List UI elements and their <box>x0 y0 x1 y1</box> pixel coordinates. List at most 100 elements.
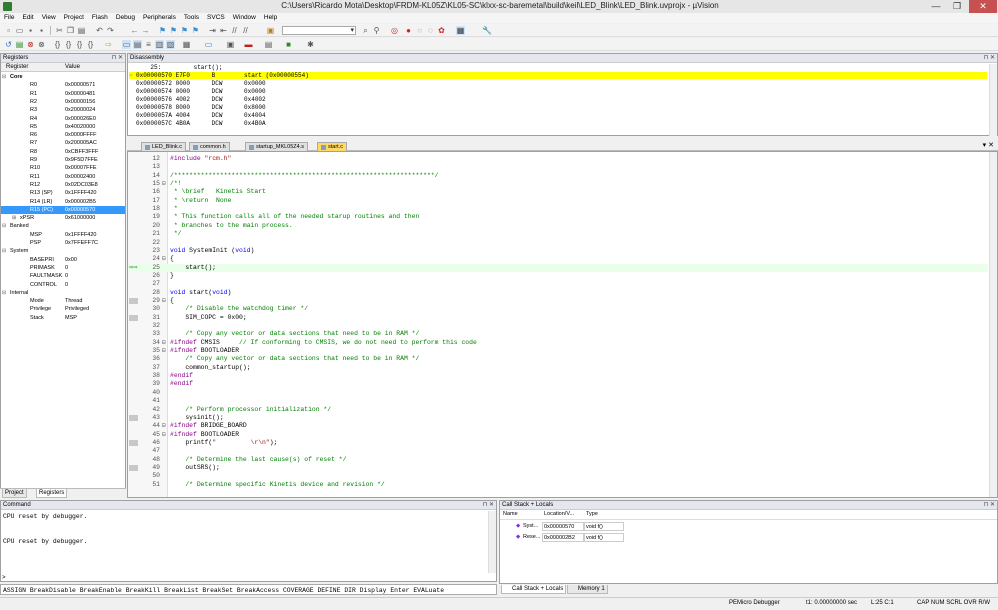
serial-windows-icon[interactable]: ▣ <box>226 40 235 49</box>
menu-debug[interactable]: Debug <box>112 13 139 23</box>
code-line[interactable]: 48 /* Determine the last cause(s) of res… <box>128 456 988 464</box>
command-input[interactable]: > <box>0 574 497 582</box>
code-line[interactable]: 15 ⊟/*! <box>128 180 988 188</box>
disassembly-scrollbar[interactable] <box>989 64 997 136</box>
collapse-icon[interactable]: ⊟ <box>2 247 6 255</box>
cut-icon[interactable]: ✂ <box>55 26 64 35</box>
code-line[interactable]: 28 void start(void) <box>128 289 988 297</box>
tab-startup-mkl05z4-s[interactable]: startup_MKL05Z4.s <box>245 142 308 151</box>
register-value[interactable]: 0x200005AC <box>65 139 97 147</box>
code-line[interactable]: 49 outSRS(); <box>128 464 988 472</box>
register-value[interactable]: 0x61000000 <box>65 214 95 222</box>
comment-icon[interactable]: // <box>230 26 239 35</box>
code-line[interactable]: 37 common_startup(); <box>128 364 988 372</box>
collapse-icon[interactable]: ⊟ <box>2 73 6 81</box>
register-row[interactable]: MSP 0x1FFFF420 <box>1 231 125 239</box>
uncomment-icon[interactable]: // <box>241 26 250 35</box>
register-value[interactable]: 0x1FFFF420 <box>65 189 96 197</box>
register-value[interactable]: 0x1FFFF420 <box>65 231 96 239</box>
tab-memory-1[interactable]: Memory 1 <box>567 585 608 594</box>
register-value[interactable]: 0x20000024 <box>65 106 95 114</box>
code-line[interactable]: 19 * This function calls all of the need… <box>128 213 988 221</box>
fold-toggle-icon[interactable]: ⊟ <box>162 255 168 263</box>
register-value[interactable]: 0x40020000 <box>65 123 95 131</box>
register-row[interactable]: R6 0x0000FFFF <box>1 131 125 139</box>
menu-project[interactable]: Project <box>60 13 88 23</box>
show-next-statement-icon[interactable]: ⇨ <box>104 40 113 49</box>
register-value[interactable]: 0x000026E0 <box>65 115 96 123</box>
register-row[interactable]: R4 0x000026E0 <box>1 115 125 123</box>
register-value[interactable]: 0 <box>65 281 68 289</box>
menu-help[interactable]: Help <box>260 13 281 23</box>
call-stack-row[interactable]: ◆ Syst... 0x00000570 void f() <box>500 522 630 532</box>
tab-call-stack-locals[interactable]: Call Stack + Locals <box>501 585 567 594</box>
fold-toggle-icon[interactable]: ⊟ <box>162 180 168 188</box>
code-line[interactable]: 36 /* Copy any vector or data sections t… <box>128 355 988 363</box>
code-line[interactable]: 23 void SystemInit (void) <box>128 247 988 255</box>
memory-windows-icon[interactable]: ▭ <box>204 40 213 49</box>
editor-tab-controls[interactable]: ▾ ✕ <box>983 141 994 149</box>
register-row[interactable]: Privilege Privileged <box>1 305 125 313</box>
code-line[interactable]: 46 printf(" \r\n"); <box>128 439 988 447</box>
configure-icon[interactable]: ▣ <box>266 26 275 35</box>
tab-project[interactable]: Project <box>2 489 27 498</box>
panel-controls[interactable]: ⊓ ✕ <box>112 54 123 62</box>
tab-registers[interactable]: Registers <box>36 489 68 498</box>
register-value[interactable]: 0x00000570 <box>65 206 95 214</box>
code-line[interactable]: 12 #include "rcm.h" <box>128 155 988 163</box>
code-line[interactable]: 40 <box>128 389 988 397</box>
register-value[interactable]: 0xCBFF3FFF <box>65 148 98 156</box>
register-value[interactable]: 0 <box>65 264 68 272</box>
menu-svcs[interactable]: SVCS <box>203 13 229 23</box>
register-value[interactable]: 0x00000571 <box>65 81 95 89</box>
nav-forward-icon[interactable]: → <box>141 26 150 35</box>
tab-led-blink-c[interactable]: LED_Blink.c <box>141 142 186 151</box>
paste-icon[interactable]: ▤ <box>77 26 86 35</box>
indent-icon[interactable]: ⇥ <box>208 26 217 35</box>
expand-icon[interactable]: ⊞ <box>12 214 16 222</box>
register-row[interactable]: FAULTMASK 0 <box>1 272 125 280</box>
undo-icon[interactable]: ↶ <box>95 26 104 35</box>
code-line[interactable]: 26} <box>128 272 988 280</box>
fold-toggle-icon[interactable]: ⊟ <box>162 422 168 430</box>
close-button[interactable]: ✕ <box>969 0 997 13</box>
register-row[interactable]: R8 0xCBFF3FFF <box>1 148 125 156</box>
register-row[interactable]: R1 0x00000481 <box>1 90 125 98</box>
register-row[interactable]: R9 0x9F5D7FFE <box>1 156 125 164</box>
bookmark-icon[interactable]: ⚑ <box>158 26 167 35</box>
fold-toggle-icon[interactable]: ⊟ <box>162 339 168 347</box>
register-row[interactable]: R10 0x00007FFE <box>1 164 125 172</box>
register-value[interactable]: 0x00002400 <box>65 173 95 181</box>
collapse-icon[interactable]: ⊟ <box>2 222 6 230</box>
code-line[interactable]: 31 SIM_COPC = 0x00; <box>128 314 988 322</box>
fold-toggle-icon[interactable]: ⊟ <box>162 431 168 439</box>
window-layout-icon[interactable]: ▦ <box>456 26 465 35</box>
menu-window[interactable]: Window <box>229 13 260 23</box>
register-value[interactable]: 0x000002B5 <box>65 198 96 206</box>
disassembly-line[interactable]: 0x0000057C 4B0A DCW 0x4B0A <box>136 120 266 127</box>
code-line[interactable]: 47 <box>128 447 988 455</box>
code-line[interactable]: 32 <box>128 322 988 330</box>
registers-window-icon[interactable]: ▥ <box>155 40 164 49</box>
command-window-icon[interactable]: ▭ <box>122 40 131 49</box>
maximize-button[interactable]: ❐ <box>947 0 967 13</box>
disassembly-line[interactable]: 0x00000578 8000 DCW 0x8000 <box>136 104 266 111</box>
menu-peripherals[interactable]: Peripherals <box>139 13 180 23</box>
unindent-icon[interactable]: ⇤ <box>219 26 228 35</box>
disassembly-line[interactable]: 0x0000057A 4004 DCW 0x4004 <box>136 112 266 119</box>
code-line[interactable]: 45 ⊟ #ifndef BOOTLOADER <box>128 431 988 439</box>
step-out-icon[interactable]: {} <box>75 40 84 49</box>
register-row[interactable]: R13 (SP) 0x1FFFF420 <box>1 189 125 197</box>
menu-edit[interactable]: Edit <box>18 13 37 23</box>
command-scrollbar[interactable] <box>488 511 496 573</box>
register-value[interactable]: Privileged <box>65 305 89 313</box>
disassembly-line[interactable]: 0x00000572 0000 DCW 0x0000 <box>136 80 266 87</box>
register-row[interactable]: ⊞ xPSR 0x61000000 <box>1 214 125 222</box>
register-row[interactable]: ⊟ Internal <box>1 289 125 297</box>
enable-breakpoints-icon[interactable]: ✿ <box>437 26 446 35</box>
code-line[interactable]: 41 <box>128 397 988 405</box>
breakpoint-margin-marker[interactable] <box>129 439 138 446</box>
register-row[interactable]: CONTROL 0 <box>1 281 125 289</box>
run-to-cursor-icon[interactable]: {} <box>86 40 95 49</box>
disable-breakpoint-icon[interactable]: ○ <box>415 26 424 35</box>
